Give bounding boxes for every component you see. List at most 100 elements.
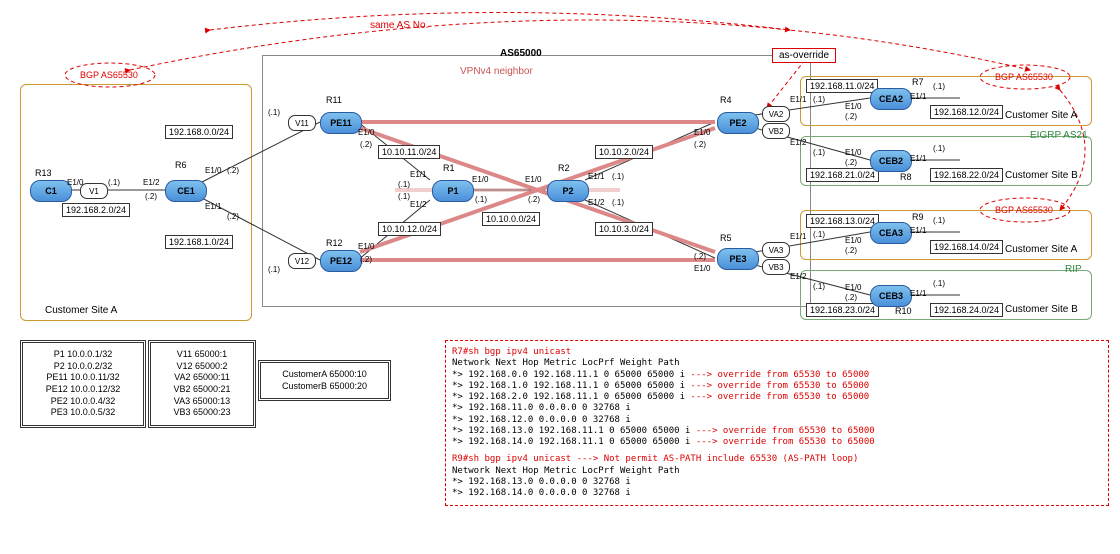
i-ceb3-e10: E1/0 [845,283,861,292]
i-p2-p2: (.2) [528,195,540,204]
as65000-label: AS65000 [500,48,542,59]
i-ceb3-p2: (.2) [845,293,857,302]
i-pe2-p1b: (.1) [813,148,825,157]
v11-vrf: V11 [288,115,316,131]
s2-10-box: 10.10.2.0/24 [595,145,653,159]
bgp-r1: BGP AS65530 [995,72,1053,82]
s11-box: 192.168.11.0/24 [806,79,878,93]
i-cea3-p1: (.1) [933,216,945,225]
rd-box: V11 65000:1V12 65000:2VA2 65000:11VB2 65… [148,340,256,428]
cli-box: R7#sh bgp ipv4 unicast Network Next Hop … [445,340,1109,506]
i-pe2-p2: (.2) [694,140,706,149]
s0-10-box: 10.10.0.0/24 [482,212,540,226]
i-p1-p1b: (.1) [398,192,410,201]
i-ce1-p2a: (.2) [145,192,157,201]
cust-a-r1-lbl: Customer Site A [1005,110,1077,121]
ceb2-router: CEB2 [870,150,912,172]
r2-lbl: R2 [558,163,570,173]
i-ceb2-p1: (.1) [933,144,945,153]
i-pe12-p1: (.1) [268,265,280,274]
i-p1-e11a: E1/1 [410,170,426,179]
s24-box: 192.168.24.0/24 [930,303,1003,317]
i-p2-e11: E1/1 [588,172,604,181]
i-p2-e10: E1/0 [525,175,541,184]
i-ceb3-e11: E1/1 [910,289,926,298]
i-pe12-p2: (.2) [360,255,372,264]
s22-box: 192.168.22.0/24 [930,168,1003,182]
i-pe2-e12: E1/2 [790,138,806,147]
va2-vrf: VA2 [762,106,790,122]
i-p2-p1a: (.1) [612,172,624,181]
i-pe3-p1a: (.1) [813,230,825,239]
cust-a-left-lbl: Customer Site A [45,305,117,316]
i-ce1-e12: E1/2 [143,178,159,187]
i-ceb2-e10: E1/0 [845,148,861,157]
s2-box: 192.168.2.0/24 [62,203,130,217]
i-cea3-p2: (.2) [845,246,857,255]
v12-vrf: V12 [288,253,316,269]
i-cea2-p1: (.1) [933,82,945,91]
i-ceb2-e11: E1/1 [910,154,926,163]
vpnv4-label: VPNv4 neighbor [460,66,533,77]
i-pe12-e10: E1/0 [358,242,374,251]
pe12-router: PE12 [320,250,362,272]
s13-box: 192.168.13.0/24 [806,214,879,228]
i-ce1-p2b: (.2) [227,166,239,175]
as-override-box: as-override [772,48,836,63]
i-ce1-e11: E1/1 [205,202,221,211]
i-ce1-p2c: (.2) [227,212,239,221]
va3-vrf: VA3 [762,242,790,258]
s21-box: 192.168.21.0/24 [806,168,879,182]
cust-a-r2-lbl: Customer Site A [1005,244,1077,255]
i-cea2-p2: (.2) [845,112,857,121]
s1-box: 192.168.1.0/24 [165,235,233,249]
cea2-router: CEA2 [870,88,912,110]
ce1-router: CE1 [165,180,207,202]
p1-router: P1 [432,180,474,202]
r5-lbl: R5 [720,233,732,243]
r13-lbl: R13 [35,168,52,178]
rt-box: CustomerA 65000:10CustomerB 65000:20 [258,360,391,401]
r9-lbl: R9 [912,212,924,222]
s0-box: 192.168.0.0/24 [165,125,233,139]
r4-lbl: R4 [720,95,732,105]
i-ceb3-p1: (.1) [933,279,945,288]
i-cea3-e11: E1/1 [910,226,926,235]
cust-b-r2-lbl: Customer Site B [1005,304,1078,315]
i-pe11-p1: (.1) [268,108,280,117]
pe3-router: PE3 [717,248,759,270]
s3-10-box: 10.10.3.0/24 [595,222,653,236]
r6-lbl: R6 [175,160,187,170]
r1-lbl: R1 [443,163,455,173]
p2-router: P2 [547,180,589,202]
loopback-box: P1 10.0.0.1/32P2 10.0.0.2/32PE11 10.0.0.… [20,340,146,428]
s11-10-box: 10.10.11.0/24 [378,145,440,159]
i-pe11-e10: E1/0 [358,128,374,137]
i-p2-p1b: (.1) [612,198,624,207]
ceb3-router: CEB3 [870,285,912,307]
i-cea2-e10: E1/0 [845,102,861,111]
i-pe3-p2: (.2) [694,252,706,261]
i-pe2-e11: E1/1 [790,95,806,104]
i-ceb2-p2: (.2) [845,158,857,167]
bgp-l: BGP AS65530 [80,70,138,80]
i-pe3-e11: E1/1 [790,232,806,241]
cust-b-r1-lbl: Customer Site B [1005,170,1078,181]
i-p1-e12: E1/2 [410,200,426,209]
c1-router: C1 [30,180,72,202]
s14-box: 192.168.14.0/24 [930,240,1003,254]
i-cea2-e11: E1/1 [910,92,926,101]
i-pe2-e10: E1/0 [694,128,710,137]
s12-box: 192.168.12.0/24 [930,105,1003,119]
cea3-router: CEA3 [870,222,912,244]
i-c1-p1: (.1) [108,178,120,187]
v1-vrf: V1 [80,183,108,199]
s23-box: 192.168.23.0/24 [806,303,879,317]
r10-lbl: R10 [895,306,912,316]
r11-lbl: R11 [326,95,342,105]
same-as-lbl: same AS No. [370,20,428,31]
i-p1-p1c: (.1) [475,195,487,204]
i-ce1-e10: E1/0 [205,166,221,175]
r12-lbl: R12 [326,238,343,248]
bgp-r2: BGP AS65530 [995,205,1053,215]
